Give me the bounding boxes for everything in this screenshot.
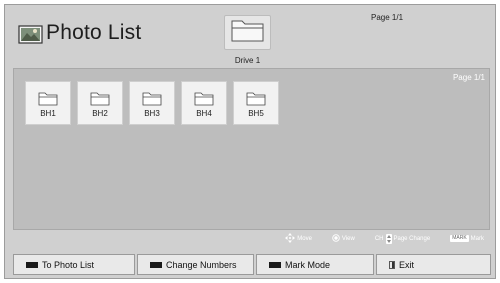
mark-mode-button[interactable]: Mark Mode (256, 254, 374, 275)
hint-move-label: Move (297, 235, 312, 242)
folder-icon (142, 92, 162, 106)
content-page-info: Page 1/1 (452, 73, 485, 82)
change-numbers-button[interactable]: Change Numbers (137, 254, 254, 275)
color-key-icon (26, 261, 38, 268)
hint-page-change-label: Page Change (393, 235, 431, 242)
hint-mark-label: Mark (470, 235, 484, 242)
hint-move: Move (285, 232, 312, 245)
hint-ch-label: CH (374, 235, 384, 242)
exit-icon (389, 260, 395, 269)
channel-updown-icon (385, 233, 392, 244)
folder-label: BH1 (40, 109, 56, 118)
folder-icon (90, 92, 110, 106)
folder-item[interactable]: BH1 (25, 81, 71, 125)
to-photo-list-button[interactable]: To Photo List (13, 254, 135, 275)
hint-view: View (332, 233, 355, 244)
folder-item[interactable]: BH5 (233, 81, 279, 125)
photo-album-icon (18, 23, 43, 44)
page-title: Photo List (18, 19, 141, 47)
header-page-info: Page 1/1 (371, 13, 404, 22)
folder-label: BH2 (92, 109, 108, 118)
folder-icon (230, 17, 266, 48)
folder-item[interactable]: BH2 (77, 81, 123, 125)
exit-label: Exit (399, 259, 415, 270)
key-hint-bar: Move View CH Page Change MARK Mark (13, 230, 490, 247)
title-text: Photo List (46, 21, 142, 44)
photo-list-screen: Photo List Page 1/1 Drive 1 Page 1/1 BH1 (4, 4, 496, 279)
folder-label: BH5 (248, 109, 264, 118)
folder-icon (246, 92, 266, 106)
file-browser-area: Page 1/1 BH1 BH2 BH3 BH4 BH5 (13, 68, 490, 230)
folder-item[interactable]: BH3 (129, 81, 175, 125)
color-key-icon (150, 261, 162, 268)
four-way-arrow-icon (285, 232, 296, 245)
change-numbers-label: Change Numbers (166, 259, 237, 270)
folder-label: BH4 (196, 109, 212, 118)
drive-tab[interactable] (224, 15, 271, 50)
ok-button-icon (332, 233, 340, 244)
hint-page-change: CH Page Change (374, 233, 431, 244)
to-photo-list-label: To Photo List (42, 259, 95, 270)
drive-label: Drive 1 (234, 56, 261, 65)
folder-label: BH3 (144, 109, 160, 118)
folder-item[interactable]: BH4 (181, 81, 227, 125)
hint-mark: MARK Mark (450, 235, 484, 242)
folder-icon (38, 92, 58, 106)
function-button-bar: To Photo List Change Numbers Mark Mode E… (13, 254, 491, 275)
folder-icon (194, 92, 214, 106)
folder-grid: BH1 BH2 BH3 BH4 BH5 (25, 81, 279, 125)
exit-button[interactable]: Exit (376, 254, 491, 275)
color-key-icon (269, 261, 281, 268)
mark-key-badge: MARK (450, 235, 469, 242)
hint-view-label: View (341, 235, 355, 242)
mark-mode-label: Mark Mode (285, 259, 331, 270)
